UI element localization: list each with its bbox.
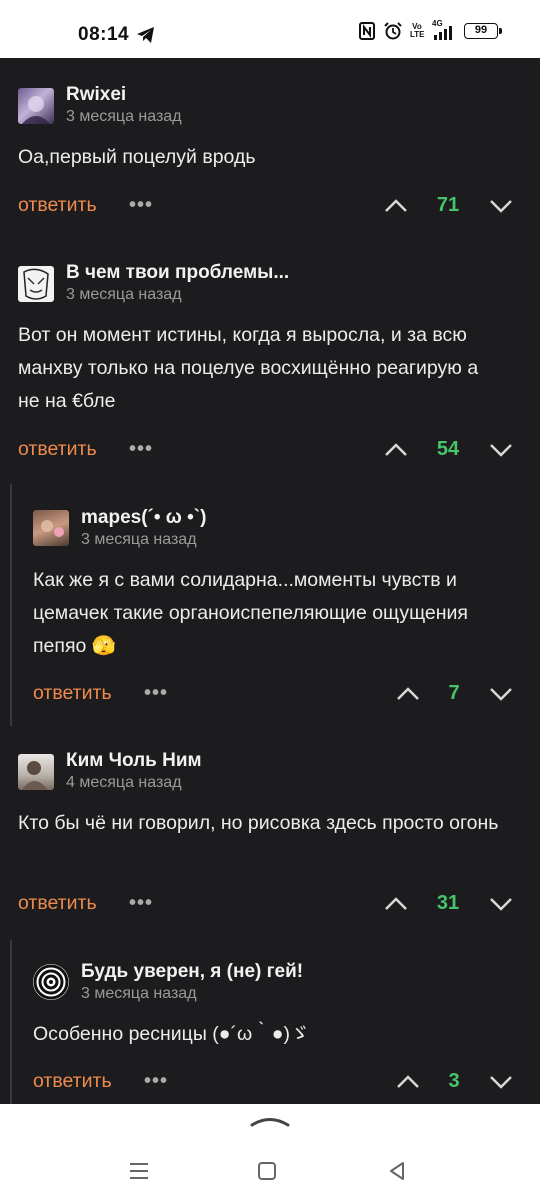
downvote-icon[interactable]	[489, 443, 513, 457]
upvote-icon[interactable]	[384, 443, 408, 457]
home-icon[interactable]	[256, 1160, 278, 1182]
downvote-icon[interactable]	[489, 1075, 513, 1089]
downvote-icon[interactable]	[489, 199, 513, 213]
menu-icon[interactable]	[128, 1160, 150, 1182]
downvote-icon[interactable]	[489, 687, 513, 701]
comment-date: 3 месяца назад	[81, 531, 197, 548]
more-button[interactable]: •••	[129, 438, 153, 461]
comment-text: Кто бы чё ни говорил, но рисовка здесь п…	[18, 812, 499, 834]
comment: В чем твои проблемы... 3 месяца назад Во…	[0, 236, 540, 476]
vote-score: 3	[448, 1070, 460, 1092]
volte-indicator: Vo LTE	[410, 22, 425, 39]
vote-score: 71	[436, 194, 460, 216]
reply-button[interactable]: ответить	[18, 438, 97, 461]
more-button[interactable]: •••	[129, 892, 153, 915]
comment-text: Вот он момент истины, когда я выросла, и…	[18, 324, 479, 412]
status-bar: 08:14 Vo LTE 4G 99	[0, 0, 540, 58]
comment-date: 3 месяца назад	[81, 985, 197, 1002]
avatar[interactable]	[33, 964, 69, 1000]
battery-level: 99	[474, 24, 488, 36]
expand-handle-icon[interactable]	[250, 1112, 290, 1128]
avatar[interactable]	[18, 266, 54, 302]
telegram-icon	[137, 27, 154, 43]
comment-text: Как же я с вами солидарна...моменты чувс…	[33, 569, 468, 657]
avatar[interactable]	[33, 510, 69, 546]
battery-icon: 99	[464, 23, 502, 39]
username[interactable]: mapes(´• ω •`)	[81, 507, 206, 529]
comment-date: 4 месяца назад	[66, 774, 182, 791]
system-nav-bar	[0, 1104, 540, 1200]
username[interactable]: Rwixei	[66, 84, 126, 106]
signal-icon: 4G	[432, 19, 456, 40]
upvote-icon[interactable]	[396, 1075, 420, 1089]
vote-score: 54	[436, 438, 460, 460]
reply-button[interactable]: ответить	[33, 682, 112, 705]
more-button[interactable]: •••	[129, 194, 153, 217]
avatar[interactable]	[18, 88, 54, 124]
username[interactable]: В чем твои проблемы...	[66, 262, 289, 284]
more-button[interactable]: •••	[144, 682, 168, 705]
comment: Ким Чоль Ним 4 месяца назад Кто бы чё ни…	[0, 724, 540, 934]
nfc-icon	[359, 22, 375, 40]
comment: Rwixei 3 месяца назад Оа,первый поцелуй …	[0, 58, 540, 228]
comment-reply: mapes(´• ω •`) 3 месяца назад Как же я с…	[0, 480, 540, 726]
upvote-icon[interactable]	[396, 687, 420, 701]
comment-date: 3 месяца назад	[66, 286, 182, 303]
reply-button[interactable]: ответить	[33, 1070, 112, 1093]
avatar[interactable]	[18, 754, 54, 790]
comments-feed[interactable]: Rwixei 3 месяца назад Оа,первый поцелуй …	[0, 58, 540, 1104]
comment-text: Особенно ресницы (●´ω｀●)ゞ	[33, 1023, 310, 1045]
comment-text: Оа,первый поцелуй вродь	[18, 146, 256, 168]
upvote-icon[interactable]	[384, 897, 408, 911]
username[interactable]: Ким Чоль Ним	[66, 750, 202, 772]
vote-score: 31	[436, 892, 460, 914]
upvote-icon[interactable]	[384, 199, 408, 213]
more-button[interactable]: •••	[144, 1070, 168, 1093]
comment-date: 3 месяца назад	[66, 108, 182, 125]
vote-score: 7	[448, 682, 460, 704]
reply-button[interactable]: ответить	[18, 194, 97, 217]
alarm-icon	[384, 22, 402, 40]
downvote-icon[interactable]	[489, 897, 513, 911]
status-icons: Vo LTE 4G 99	[358, 19, 502, 40]
username[interactable]: Будь уверен, я (не) гей!	[81, 961, 303, 983]
status-time: 08:14	[78, 24, 130, 45]
reply-button[interactable]: ответить	[18, 892, 97, 915]
back-icon[interactable]	[386, 1160, 408, 1182]
comment-reply: Будь уверен, я (не) гей! 3 месяца назад …	[0, 934, 540, 1104]
